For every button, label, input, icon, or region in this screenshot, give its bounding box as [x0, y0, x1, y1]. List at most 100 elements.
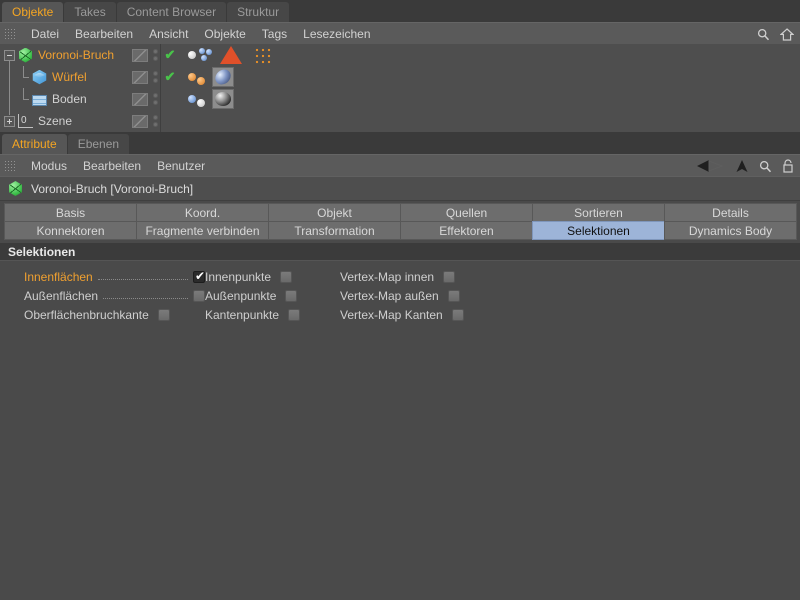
table-row[interactable]: Boden [0, 88, 800, 110]
tab-transformation[interactable]: Transformation [268, 221, 401, 240]
forward-arrow-icon[interactable] [735, 159, 749, 173]
checkbox-innenpunkte[interactable] [280, 270, 293, 283]
object-label-wuerfel[interactable]: Würfel [52, 70, 87, 84]
tab-effektoren[interactable]: Effektoren [400, 221, 533, 240]
menu-ansicht[interactable]: Ansicht [141, 23, 196, 45]
tag-dot-white-icon[interactable] [188, 51, 196, 59]
fracture-icon [19, 47, 32, 63]
drag-grip-icon[interactable] [4, 27, 15, 40]
field-oberflaechenbruchkante[interactable]: Oberflächenbruchkante [0, 308, 205, 322]
object-row-tree-szene[interactable]: 0 Szene [0, 110, 128, 132]
checkbox-aussenflaechen[interactable] [193, 289, 205, 302]
checkbox-vertex-map-kanten[interactable] [451, 308, 464, 321]
menu-modus[interactable]: Modus [23, 155, 75, 177]
checkbox-kantenpunkte[interactable] [288, 308, 301, 321]
tab-fragmente-verbinden[interactable]: Fragmente verbinden [136, 221, 269, 240]
layer-swatch[interactable] [132, 48, 148, 62]
menu-bearbeiten[interactable]: Bearbeiten [75, 155, 149, 177]
field-aussenflaechen[interactable]: Außenflächen [0, 289, 205, 303]
label-kantenpunkte: Kantenpunkte [205, 307, 280, 322]
object-label-boden[interactable]: Boden [52, 92, 87, 106]
tag-matrix-dots-icon[interactable] [253, 46, 273, 64]
tab-dynamics-body[interactable]: Dynamics Body [664, 221, 797, 240]
visibility-dots[interactable] [148, 115, 162, 127]
object-label-voronoi-bruch[interactable]: Voronoi-Bruch [38, 48, 114, 62]
field-vertex-map-aussen[interactable]: Vertex-Map außen [340, 289, 510, 303]
tab-selektionen[interactable]: Selektionen [532, 221, 665, 240]
tab-content-browser[interactable]: Content Browser [116, 2, 227, 22]
table-row[interactable]: 0 Szene [0, 110, 800, 132]
tag-group[interactable] [188, 67, 234, 87]
visibility-dots[interactable] [148, 49, 162, 61]
search-icon[interactable] [757, 28, 770, 41]
menu-datei[interactable]: Datei [23, 23, 67, 45]
visibility-dots[interactable] [148, 71, 162, 83]
menu-benutzer[interactable]: Benutzer [149, 155, 213, 177]
field-innenflaechen[interactable]: Innenflächen [0, 269, 206, 284]
menu-tags[interactable]: Tags [254, 23, 295, 45]
tag-dot-white-2-icon[interactable] [197, 99, 205, 107]
checkbox-oberflaechenbruchkante[interactable] [157, 308, 170, 321]
tab-objekte[interactable]: Objekte [2, 2, 64, 22]
expander-plus-icon[interactable] [4, 115, 15, 127]
expander-minus-icon[interactable] [4, 49, 15, 61]
tab-details[interactable]: Details [664, 203, 797, 222]
checkbox-vertex-map-innen[interactable] [443, 270, 456, 283]
tab-attribute[interactable]: Attribute [2, 134, 67, 154]
menu-objekte[interactable]: Objekte [196, 23, 253, 45]
field-innenpunkte[interactable]: Innenpunkte [205, 270, 340, 284]
tab-takes[interactable]: Takes [64, 2, 116, 22]
checkbox-innenflaechen[interactable] [193, 269, 206, 284]
tag-dot-blue-icon[interactable] [188, 95, 196, 103]
field-vertex-map-kanten[interactable]: Vertex-Map Kanten [340, 308, 510, 322]
drag-grip-icon[interactable] [4, 159, 15, 172]
object-row-tree-boden[interactable]: Boden [0, 88, 128, 110]
group-header-selektionen: Selektionen [0, 243, 800, 261]
tag-group[interactable] [188, 46, 273, 64]
leader-dots [103, 290, 188, 299]
checkbox-aussenpunkte[interactable] [285, 289, 298, 302]
leader-dots [97, 271, 188, 280]
lock-icon[interactable] [782, 159, 794, 173]
field-kantenpunkte[interactable]: Kantenpunkte [205, 308, 340, 322]
tag-dot-orange-2-icon[interactable] [197, 76, 205, 85]
attribute-tab-grid: Basis Koord. Objekt Quellen Sortieren De… [0, 201, 800, 240]
menu-lesezeichen[interactable]: Lesezeichen [295, 23, 378, 45]
tab-struktur[interactable]: Struktur [227, 2, 290, 22]
checkbox-vertex-map-aussen[interactable] [447, 289, 460, 302]
tag-triangle-orange-icon[interactable] [220, 46, 242, 64]
tag-cluster-blue-icon[interactable] [199, 48, 213, 62]
enabled-check-icon[interactable]: ✔ [162, 66, 178, 88]
home-icon[interactable] [780, 27, 794, 41]
enabled-check-icon[interactable]: ✔ [162, 44, 178, 66]
tab-koord[interactable]: Koord. [136, 203, 269, 222]
field-vertex-map-innen[interactable]: Vertex-Map innen [340, 270, 510, 284]
back-arrow-icon[interactable] [695, 159, 725, 173]
menu-bearbeiten[interactable]: Bearbeiten [67, 23, 141, 45]
tab-ebenen[interactable]: Ebenen [67, 134, 130, 154]
tab-quellen[interactable]: Quellen [400, 203, 533, 222]
layer-swatch[interactable] [132, 114, 148, 128]
object-row-tree-voronoi-bruch[interactable]: Voronoi-Bruch [0, 44, 128, 66]
tag-dot-orange-icon[interactable] [188, 73, 196, 81]
layer-swatch[interactable] [132, 70, 148, 84]
scene-icon: 0 [18, 114, 33, 128]
attribute-object-title: Voronoi-Bruch [Voronoi-Bruch] [31, 181, 194, 196]
table-row[interactable]: Voronoi-Bruch ✔ [0, 44, 800, 66]
tab-konnektoren[interactable]: Konnektoren [4, 221, 137, 240]
tab-objekt[interactable]: Objekt [268, 203, 401, 222]
layer-swatch[interactable] [132, 92, 148, 106]
visibility-dots[interactable] [148, 93, 162, 105]
tab-basis[interactable]: Basis [4, 203, 137, 222]
tag-simulation-icon[interactable] [212, 67, 234, 87]
object-label-szene[interactable]: Szene [38, 114, 72, 128]
object-row-tree-wuerfel[interactable]: Würfel [0, 66, 128, 88]
tag-group[interactable] [188, 89, 234, 109]
search-icon[interactable] [759, 160, 772, 173]
table-row[interactable]: Würfel ✔ [0, 66, 800, 88]
tag-dynamics-icon[interactable] [212, 89, 234, 109]
tab-sortieren[interactable]: Sortieren [532, 203, 665, 222]
field-aussenpunkte[interactable]: Außenpunkte [205, 289, 340, 303]
label-vertex-map-kanten: Vertex-Map Kanten [340, 307, 443, 322]
object-tree[interactable]: Voronoi-Bruch ✔ Würfel ✔ Boden 0 Szene [0, 44, 800, 132]
